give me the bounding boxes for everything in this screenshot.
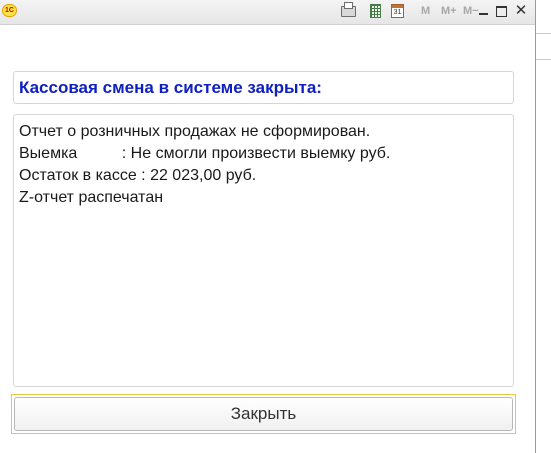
memory-plus-button[interactable]: M+	[441, 5, 457, 17]
message-field[interactable]: Отчет о розничных продажах не сформирова…	[13, 114, 514, 387]
message-lines: Отчет о розничных продажах не сформирова…	[19, 121, 390, 209]
message-line: Выемка : Не смогли произвести выемку руб…	[19, 145, 391, 162]
background-window-edge	[536, 0, 551, 453]
shift-closed-heading: Кассовая смена в системе закрыта:	[19, 78, 322, 97]
titlebar: 1С 31 M M+ M− ✕	[0, 0, 535, 25]
minimize-icon[interactable]	[476, 4, 490, 18]
dialog-window: 1С 31 M M+ M− ✕ Кассовая смена в системе…	[0, 0, 536, 453]
calendar-day: 31	[391, 4, 404, 18]
header-panel: Кассовая смена в системе закрыта:	[13, 71, 514, 104]
close-button-focus-frame: Закрыть	[11, 394, 516, 434]
close-icon[interactable]: ✕	[514, 3, 528, 18]
message-line: Z-отчет распечатан	[19, 189, 164, 206]
app-logo: 1С	[2, 4, 17, 17]
calendar-icon[interactable]: 31	[390, 3, 405, 19]
printer-icon[interactable]	[340, 1, 356, 19]
memory-m-button[interactable]: M	[421, 5, 430, 17]
message-line: Отчет о розничных продажах не сформирова…	[19, 123, 371, 140]
maximize-icon[interactable]	[494, 4, 508, 18]
calculator-icon[interactable]	[368, 3, 382, 19]
message-line: Остаток в кассе : 22 023,00 руб.	[19, 167, 257, 184]
close-button[interactable]: Закрыть	[14, 397, 513, 431]
